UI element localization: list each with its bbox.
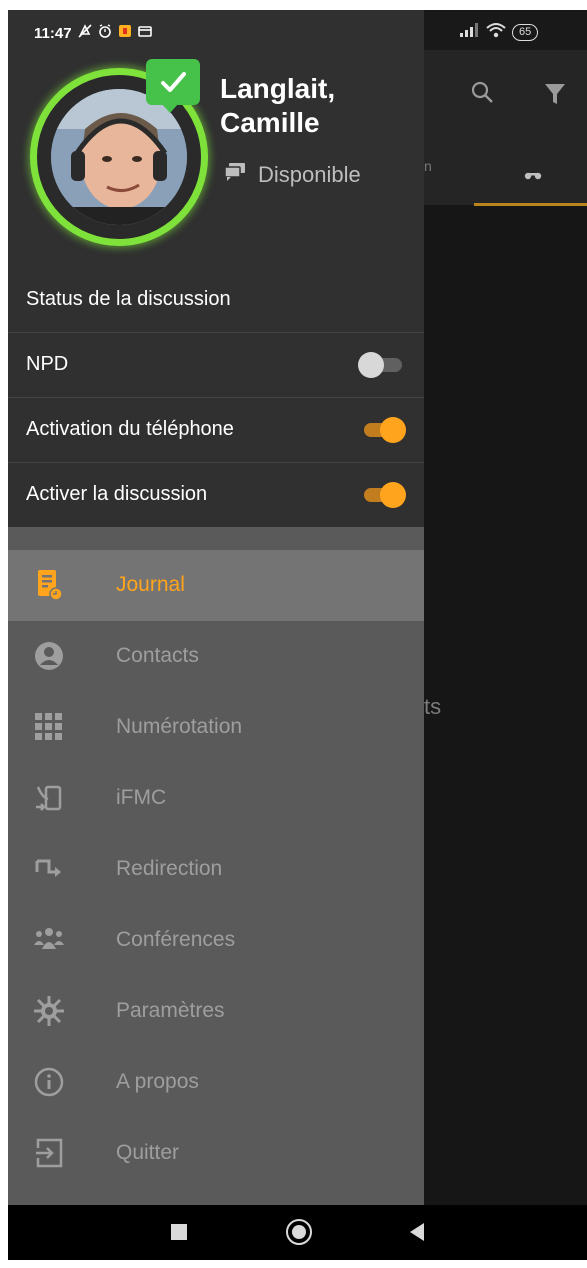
wifi-icon (486, 22, 506, 43)
menu-item-about[interactable]: A propos (8, 1047, 424, 1118)
background-empty-text: ts (424, 694, 442, 719)
chat-status-title: Status de la discussion (26, 288, 231, 310)
toggle-label: Activer la discussion (26, 483, 208, 505)
status-time: 11:47 (34, 24, 72, 42)
settings-icon (32, 994, 66, 1028)
npd-switch[interactable] (358, 352, 402, 378)
toggle-label: Activation du téléphone (26, 418, 234, 440)
contacts-icon (32, 639, 66, 673)
menu-item-quit[interactable]: Quitter (8, 1118, 424, 1189)
active-tab-indicator (474, 203, 587, 206)
toggle-row-phone-activation[interactable]: Activation du téléphone (8, 398, 424, 463)
voicemail-icon[interactable] (524, 168, 542, 186)
section-title-row: Status de la discussion (8, 268, 424, 333)
drawer-header: 11:47 Langlait, Camille Disponible Statu… (8, 10, 424, 527)
menu-label: Contacts (116, 644, 199, 667)
ifmc-icon (32, 781, 66, 815)
menu-label: Paramètres (116, 999, 225, 1022)
recents-button[interactable] (171, 1224, 187, 1240)
status-bar-left: 11:47 (34, 24, 152, 42)
exit-icon (32, 1136, 66, 1170)
search-icon[interactable] (470, 80, 496, 111)
chat-activation-switch[interactable] (360, 482, 406, 508)
menu-item-settings[interactable]: Paramètres (8, 976, 424, 1047)
card-icon (137, 24, 152, 42)
alarm-icon (98, 24, 112, 42)
profile-name-line1: Langlait, (220, 73, 336, 104)
profile-name: Langlait, Camille (220, 72, 335, 140)
check-icon (161, 72, 186, 92)
navigation-drawer: 11:47 Langlait, Camille Disponible Statu… (8, 10, 424, 1205)
filter-icon[interactable] (544, 82, 566, 111)
status-bar-right: 65 (460, 22, 539, 43)
menu-item-dialpad[interactable]: Numérotation (8, 692, 424, 763)
presence-status[interactable]: Disponible (224, 162, 361, 188)
menu-item-contacts[interactable]: Contacts (8, 621, 424, 692)
mute-icon (77, 24, 92, 42)
menu-item-journal[interactable]: Journal (8, 550, 424, 621)
background-toolbar (424, 50, 587, 205)
dialpad-icon (32, 710, 66, 744)
battery-indicator: 65 (512, 24, 539, 41)
menu-item-redirection[interactable]: Redirection (8, 834, 424, 905)
menu-item-conferences[interactable]: Conférences (8, 905, 424, 976)
presence-badge (146, 59, 200, 113)
toggle-label: NPD (26, 353, 69, 375)
phone-activation-switch[interactable] (360, 417, 406, 443)
system-nav-bar (8, 1205, 587, 1260)
menu-label: Journal (116, 573, 185, 596)
menu-label: Redirection (116, 857, 223, 880)
signal-icon (460, 23, 480, 42)
menu-label: A propos (116, 1070, 199, 1093)
info-icon (32, 1065, 66, 1099)
menu-label: iFMC (116, 786, 167, 809)
tab-partial-left[interactable]: n (424, 158, 434, 188)
back-button[interactable] (410, 1223, 424, 1241)
drawer-menu: Journal Contacts Numérotation iFMC Redir… (8, 550, 424, 1189)
menu-label: Quitter (116, 1141, 180, 1164)
app-screen: n ts 65 11:47 Langlait, Camille Disponib… (8, 10, 587, 1260)
redirection-icon (32, 852, 66, 886)
presence-label: Disponible (258, 162, 361, 187)
app-notification-icon (118, 24, 132, 42)
menu-label: Conférences (116, 928, 236, 951)
chat-bubble-icon (224, 162, 246, 188)
journal-icon (32, 568, 66, 602)
toggle-row-npd[interactable]: NPD (8, 333, 424, 398)
home-button[interactable] (286, 1219, 312, 1245)
toggle-row-chat-activation[interactable]: Activer la discussion (8, 463, 424, 527)
profile-name-line2: Camille (220, 107, 320, 138)
menu-item-ifmc[interactable]: iFMC (8, 763, 424, 834)
menu-label: Numérotation (116, 715, 243, 738)
conferences-icon (32, 923, 66, 957)
